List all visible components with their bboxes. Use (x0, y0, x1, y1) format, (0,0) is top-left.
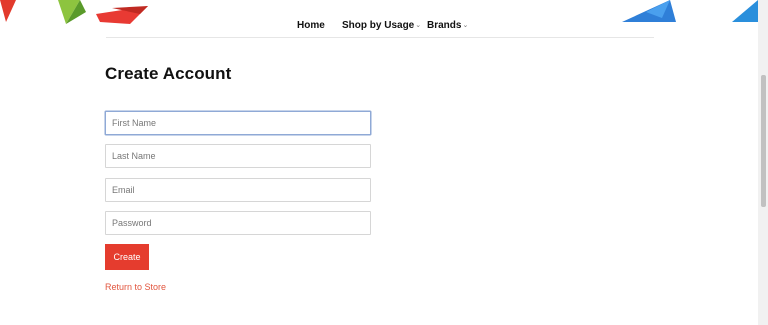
nav-shop-by-usage-label: Shop by Usage (342, 20, 415, 31)
nav-brands[interactable]: Brands⌄ (427, 20, 468, 31)
chevron-down-icon: ⌄ (462, 22, 469, 29)
chevron-down-icon: ⌄ (415, 22, 422, 29)
last-name-input[interactable] (105, 144, 371, 168)
page-title: Create Account (105, 64, 232, 83)
nav-home[interactable]: Home (297, 20, 325, 31)
nav-home-label: Home (297, 20, 325, 31)
return-to-store-link[interactable]: Return to Store (105, 282, 166, 292)
password-input[interactable] (105, 211, 371, 235)
nav-brands-label: Brands (427, 20, 462, 31)
create-button[interactable]: Create (105, 244, 149, 270)
page: Home Shop by Usage⌄ Brands⌄ Create Accou… (0, 0, 758, 325)
nav-shop-by-usage[interactable]: Shop by Usage⌄ (342, 20, 421, 31)
email-input[interactable] (105, 178, 371, 202)
main-nav: Home Shop by Usage⌄ Brands⌄ (0, 0, 758, 38)
first-name-input[interactable] (105, 111, 371, 135)
nav-divider (106, 37, 654, 38)
scrollbar-thumb[interactable] (761, 75, 766, 207)
